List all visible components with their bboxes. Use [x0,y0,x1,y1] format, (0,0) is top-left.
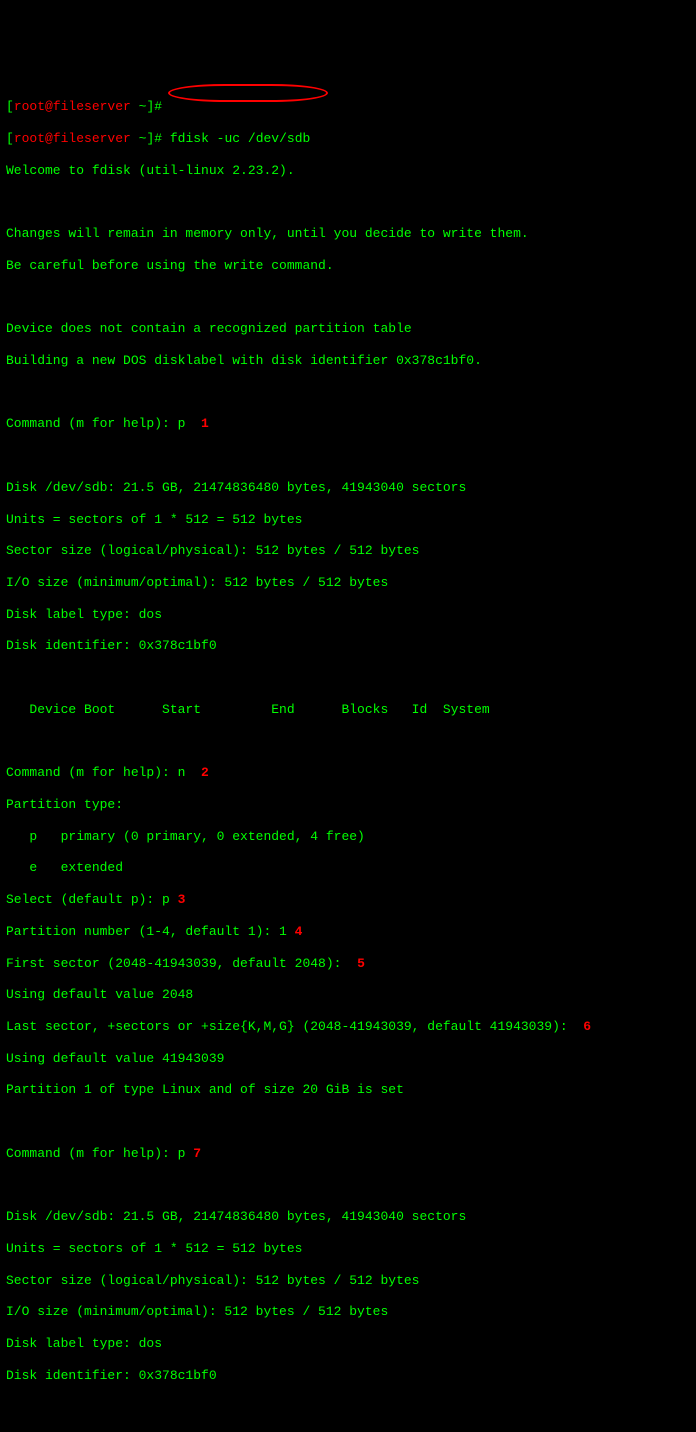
user-host: root@fileserver [14,131,131,146]
disk-info-line: Units = sectors of 1 * 512 = 512 bytes [6,1241,690,1257]
default-value-line: Using default value 2048 [6,987,690,1003]
disk-info-line: I/O size (minimum/optimal): 512 bytes / … [6,1304,690,1320]
path: ~ [131,131,147,146]
partition-number: Partition number (1-4, default 1): 1 4 [6,924,690,940]
command-prompt-text: Command (m for help): p [6,1146,193,1161]
annotation-marker-7: 7 [193,1146,201,1161]
prompt-line-2: [root@fileserver ~]# fdisk -uc /dev/sdb [6,131,690,147]
prompt-hash: # [154,131,170,146]
bracket: [ [6,99,14,114]
default-value-line: Using default value 41943039 [6,1051,690,1067]
last-sector: Last sector, +sectors or +size{K,M,G} (2… [6,1019,690,1035]
command-p-1: Command (m for help): p 1 [6,416,690,432]
select-default: Select (default p): p 3 [6,892,690,908]
fdisk-command: fdisk -uc /dev/sdb [170,131,310,146]
careful-line: Be careful before using the write comman… [6,258,690,274]
bracket: [ [6,131,14,146]
device-line: Device does not contain a recognized par… [6,321,690,337]
command-n: Command (m for help): n 2 [6,765,690,781]
disk-info-line: Disk label type: dos [6,607,690,623]
blank-line [6,734,690,750]
welcome-line: Welcome to fdisk (util-linux 2.23.2). [6,163,690,179]
annotation-marker-6: 6 [583,1019,591,1034]
annotation-marker-2: 2 [201,765,209,780]
disk-info-line: I/O size (minimum/optimal): 512 bytes / … [6,575,690,591]
terminal-output: [root@fileserver ~]# [root@fileserver ~]… [6,67,690,1432]
disk-info-line: Disk identifier: 0x378c1bf0 [6,638,690,654]
blank-line [6,289,690,305]
partition-table-header: Device Boot Start End Blocks Id System [6,702,690,718]
select-text: Select (default p): p [6,892,178,907]
lsector-text: Last sector, +sectors or +size{K,M,G} (2… [6,1019,583,1034]
fsector-text: First sector (2048-41943039, default 204… [6,956,357,971]
partition-type-line: Partition type: [6,797,690,813]
building-line: Building a new DOS disklabel with disk i… [6,353,690,369]
blank-line [6,448,690,464]
disk-info-line: Disk label type: dos [6,1336,690,1352]
changes-line: Changes will remain in memory only, unti… [6,226,690,242]
disk-info-line: Disk /dev/sdb: 21.5 GB, 21474836480 byte… [6,1209,690,1225]
first-sector: First sector (2048-41943039, default 204… [6,956,690,972]
command-prompt-text: Command (m for help): p [6,416,201,431]
blank-line [6,670,690,686]
disk-info-line: Sector size (logical/physical): 512 byte… [6,1273,690,1289]
annotation-marker-4: 4 [295,924,303,939]
annotation-marker-5: 5 [357,956,365,971]
disk-info-line: Disk identifier: 0x378c1bf0 [6,1368,690,1384]
blank-line [6,1400,690,1416]
partition-type-line: e extended [6,860,690,876]
annotation-marker-3: 3 [178,892,186,907]
partition-set-line: Partition 1 of type Linux and of size 20… [6,1082,690,1098]
blank-line [6,1178,690,1194]
pnum-text: Partition number (1-4, default 1): 1 [6,924,295,939]
partition-type-line: p primary (0 primary, 0 extended, 4 free… [6,829,690,845]
prompt-hash: # [154,99,170,114]
blank-line [6,1114,690,1130]
prompt-line-1: [root@fileserver ~]# [6,99,690,115]
user-host: root@fileserver [14,99,131,114]
disk-info-line: Units = sectors of 1 * 512 = 512 bytes [6,512,690,528]
blank-line [6,385,690,401]
command-prompt-text: Command (m for help): n [6,765,201,780]
disk-info-line: Sector size (logical/physical): 512 byte… [6,543,690,559]
command-p-2: Command (m for help): p 7 [6,1146,690,1162]
path: ~ [131,99,147,114]
annotation-marker-1: 1 [201,416,209,431]
blank-line [6,194,690,210]
partition-table-header: Device Boot Start End Blocks Id System [6,1431,690,1432]
disk-info-line: Disk /dev/sdb: 21.5 GB, 21474836480 byte… [6,480,690,496]
